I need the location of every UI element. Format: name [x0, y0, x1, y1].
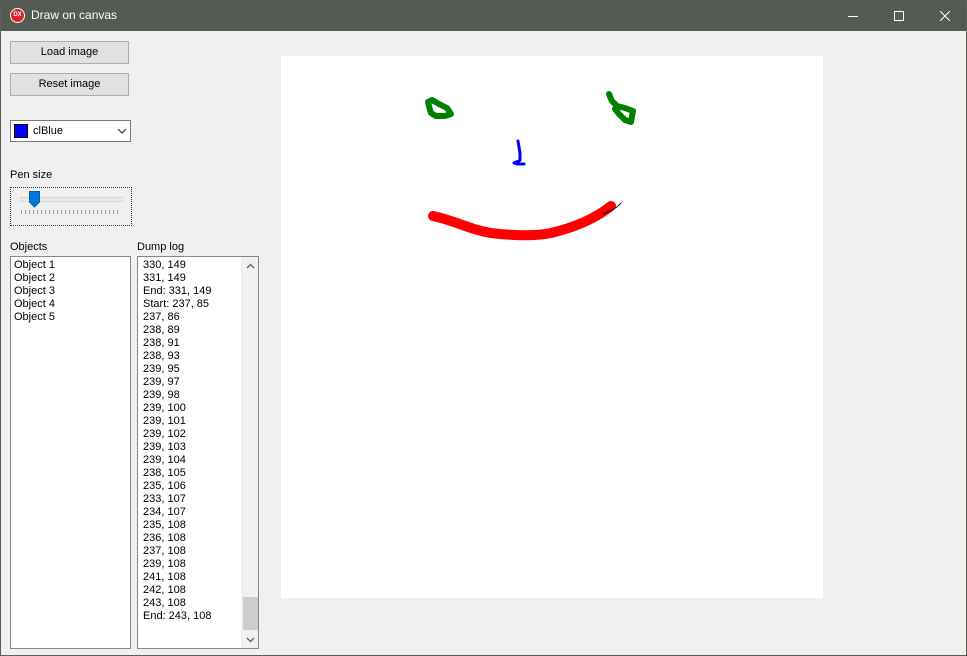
objects-listbox[interactable]: Object 1 Object 2 Object 3 Object 4 Object 5	[10, 256, 131, 649]
reset-image-button[interactable]: Reset image	[10, 73, 129, 96]
load-image-button[interactable]: Load image	[10, 41, 129, 64]
minimize-button[interactable]	[830, 1, 876, 31]
object-list-item[interactable]: Object 1	[11, 259, 130, 272]
drawn-stroke-mouth	[428, 201, 616, 241]
minimize-icon	[848, 16, 858, 17]
color-swatch	[14, 124, 28, 138]
scroll-thumb[interactable]	[243, 597, 258, 630]
slider-thumb[interactable]	[29, 191, 41, 208]
chevron-down-icon	[246, 637, 255, 642]
object-list-item[interactable]: Object 3	[11, 285, 130, 298]
maximize-button[interactable]	[876, 1, 922, 31]
object-list-item[interactable]: Object 5	[11, 311, 130, 324]
close-icon	[940, 11, 950, 21]
dump-log-listbox[interactable]: 330, 149 331, 149 End: 331, 149 Start: 237,…	[137, 256, 259, 649]
drawing-canvas[interactable]	[281, 56, 823, 598]
drawing-surface	[425, 91, 636, 241]
title-bar[interactable]: DX Draw on canvas	[1, 1, 966, 31]
color-combobox[interactable]: clBlue	[10, 120, 131, 142]
chevron-up-icon	[246, 263, 255, 268]
close-button[interactable]	[922, 1, 966, 31]
main-window: DX Draw on canvas Load image Reset image…	[0, 0, 967, 656]
object-list-item[interactable]: Object 4	[11, 298, 130, 311]
scroll-down-button[interactable]	[242, 631, 258, 648]
object-list-item[interactable]: Object 2	[11, 272, 130, 285]
drawn-stroke-left-eye	[425, 97, 454, 119]
pen-size-slider[interactable]	[10, 187, 132, 226]
drawn-stroke-right-eye	[606, 91, 636, 125]
color-combobox-value: clBlue	[33, 125, 63, 137]
dump-log-label: Dump log	[137, 241, 185, 253]
app-icon: DX	[10, 8, 25, 23]
maximize-icon	[894, 11, 904, 21]
pen-size-label: Pen size	[10, 169, 53, 181]
drawn-stroke-nose	[512, 139, 526, 166]
slider-ticks	[21, 210, 121, 214]
chevron-down-icon	[117, 128, 127, 134]
dump-log-scrollbar[interactable]	[241, 257, 258, 648]
objects-label: Objects	[10, 241, 48, 253]
window-title: Draw on canvas	[31, 8, 118, 22]
scroll-up-button[interactable]	[242, 257, 258, 274]
